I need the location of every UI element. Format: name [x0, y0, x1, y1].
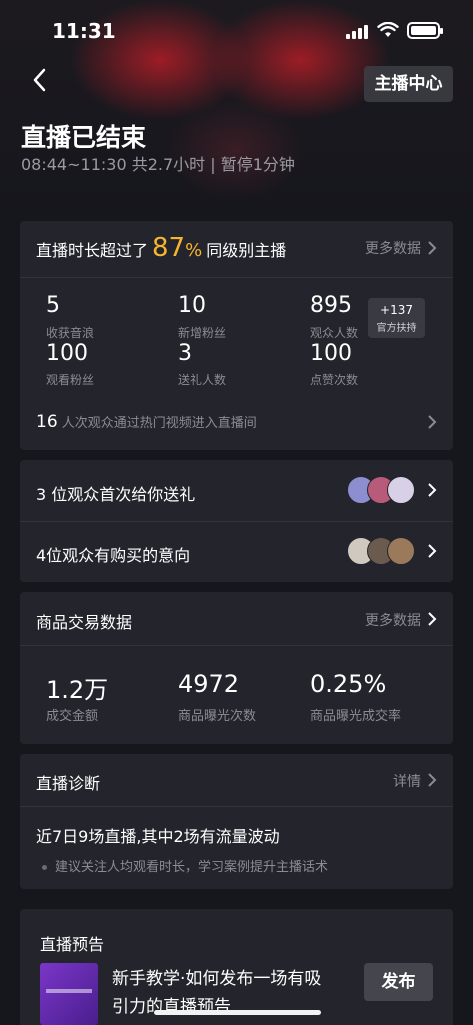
live-preview-card: 直播预告 新手教学·如何发布一场有吸 引力的直播预告 发布 — [20, 909, 453, 1025]
live-duration-subtitle: 08:44~11:30 共2.7小时 | 暂停1分钟 — [21, 155, 295, 174]
host-center-button[interactable]: 主播中心 — [364, 66, 453, 102]
official-support-badge: +137 官方扶持 — [368, 298, 425, 338]
divider — [20, 277, 453, 278]
stat-label: 观看粉丝 — [46, 373, 95, 387]
purchase-intent-row[interactable]: 4位观众有购买的意向 — [36, 542, 190, 566]
overview-more-data-link[interactable]: 更多数据 — [365, 238, 421, 258]
diagnosis-title: 直播诊断 — [36, 774, 101, 793]
chevron-right-icon[interactable] — [427, 240, 437, 256]
preview-title: 直播预告 — [40, 935, 105, 954]
goods-stat-label: 商品曝光成交率 — [310, 709, 402, 724]
diagnosis-details-link[interactable]: 详情 — [393, 771, 421, 791]
chevron-right-icon[interactable] — [427, 772, 437, 788]
chevron-right-icon[interactable] — [427, 414, 437, 430]
stat-value: 100 — [46, 341, 88, 366]
diagnosis-card: 直播诊断 详情 近7日9场直播,其中2场有流量波动 建议关注人均观看时长，学习案… — [20, 754, 453, 889]
percent-value: 87 — [152, 233, 186, 263]
stat-label: 观众人数 — [310, 326, 359, 340]
stat-label: 新增粉丝 — [178, 326, 227, 340]
goods-data-card: 商品交易数据 更多数据 1.2万 成交金额 4972 商品曝光次数 0.25% … — [20, 592, 453, 744]
status-time: 11:31 — [52, 19, 116, 43]
bullet-icon — [42, 865, 47, 870]
divider — [20, 521, 453, 522]
status-bar: 11:31 — [0, 0, 473, 60]
divider — [20, 806, 453, 807]
avatar — [387, 537, 415, 565]
cellular-signal-icon — [346, 25, 370, 39]
diagnosis-headline: 近7日9场直播,其中2场有流量波动 — [36, 827, 280, 846]
stat-label: 点赞次数 — [310, 373, 359, 387]
chevron-right-icon[interactable] — [427, 482, 437, 498]
hot-video-entry-row[interactable]: 16 人次观众通过热门视频进入直播间 — [36, 412, 257, 432]
back-chevron-icon[interactable] — [28, 66, 52, 94]
preview-thumbnail[interactable] — [40, 963, 98, 1025]
divider — [20, 645, 453, 646]
chevron-right-icon[interactable] — [427, 543, 437, 559]
avatar — [387, 476, 415, 504]
stat-label: 收获音浪 — [46, 326, 95, 340]
stat-value: 5 — [46, 293, 60, 318]
overview-headline: 直播时长超过了 87% 同级别主播 — [36, 233, 287, 263]
wifi-icon — [377, 22, 399, 37]
stat-value: 895 — [310, 293, 352, 318]
goods-stat-label: 成交金额 — [46, 709, 99, 724]
overview-card: 直播时长超过了 87% 同级别主播 更多数据 5 收获音浪 10 新增粉丝 895 … — [20, 221, 453, 450]
goods-stat-value: 4972 — [178, 670, 240, 698]
first-gift-row[interactable]: 3 位观众首次给你送礼 — [36, 481, 195, 505]
diagnosis-tip: 建议关注人均观看时长，学习案例提升主播话术 — [42, 856, 328, 875]
goods-title: 商品交易数据 — [36, 613, 133, 632]
goods-more-data-link[interactable]: 更多数据 — [365, 610, 421, 630]
publish-button[interactable]: 发布 — [364, 963, 433, 1001]
viewer-intent-card: 3 位观众首次给你送礼 4位观众有购买的意向 — [20, 460, 453, 582]
page-title: 直播已结束 — [21, 123, 147, 152]
stat-value: 10 — [178, 293, 206, 318]
goods-stat-label: 商品曝光次数 — [178, 709, 257, 724]
home-indicator — [154, 1010, 321, 1015]
battery-icon — [407, 22, 443, 39]
stat-label: 送礼人数 — [178, 373, 227, 387]
chevron-right-icon[interactable] — [427, 611, 437, 627]
stat-value: 3 — [178, 341, 192, 366]
stat-value: 100 — [310, 341, 352, 366]
goods-stat-value: 0.25% — [310, 670, 387, 698]
goods-stat-value: 1.2万 — [46, 676, 109, 704]
